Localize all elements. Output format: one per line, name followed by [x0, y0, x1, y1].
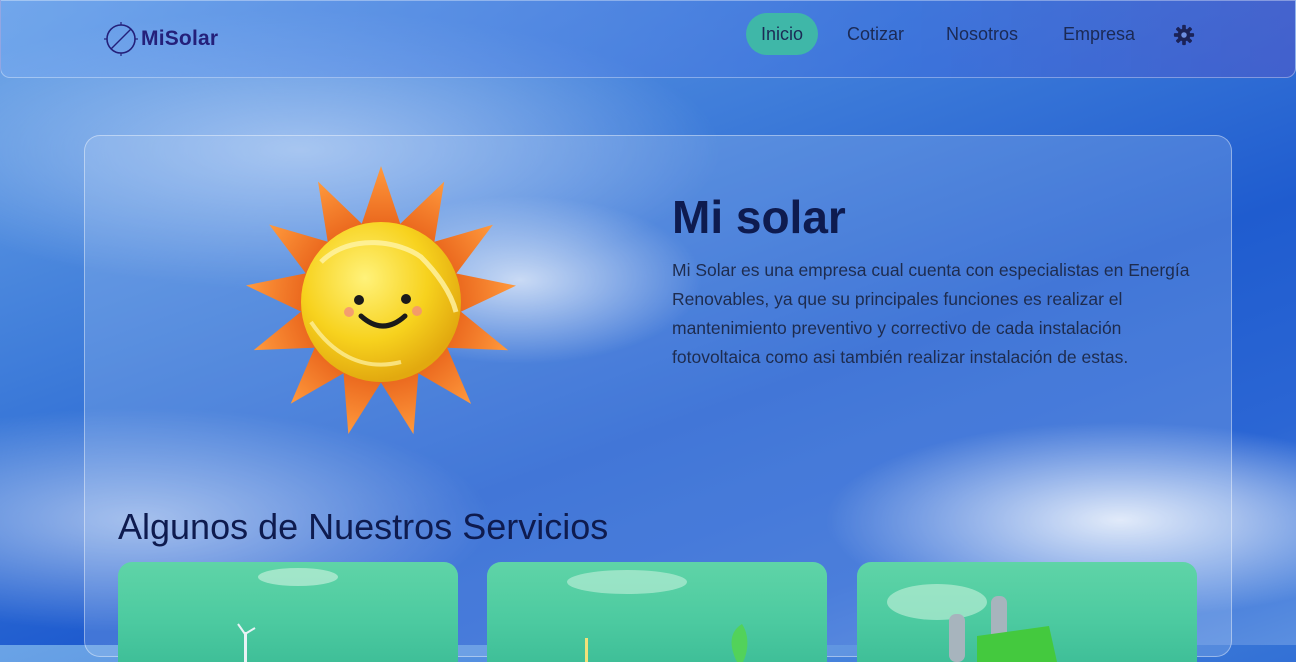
- service-card-1[interactable]: [118, 562, 458, 662]
- nav-item-empresa[interactable]: Empresa: [1048, 13, 1150, 55]
- nav-item-nosotros[interactable]: Nosotros: [931, 13, 1033, 55]
- service-card-3[interactable]: [857, 562, 1197, 662]
- power-plug-icon: [887, 584, 1057, 662]
- nav-item-inicio[interactable]: Inicio: [746, 13, 819, 55]
- hero-title: Mi solar: [672, 191, 846, 243]
- services-title: Algunos de Nuestros Servicios: [118, 506, 609, 547]
- brand-logo[interactable]: MiSolar: [103, 21, 218, 57]
- nav-item-cotizar[interactable]: Cotizar: [832, 13, 919, 55]
- top-navbar: MiSolar Inicio Cotizar Nosotros Empresa: [0, 0, 1296, 78]
- wind-turbine-icon: [237, 568, 338, 662]
- solar-logo-icon: [104, 22, 138, 56]
- hero-description: Mi Solar es una empresa cual cuenta con …: [672, 260, 1190, 367]
- brand-name: MiSolar: [141, 27, 219, 50]
- service-card-2[interactable]: [487, 562, 827, 662]
- gear-icon[interactable]: [1173, 24, 1195, 46]
- smiling-sun-icon: [246, 166, 517, 435]
- leaf-icon: [567, 570, 748, 662]
